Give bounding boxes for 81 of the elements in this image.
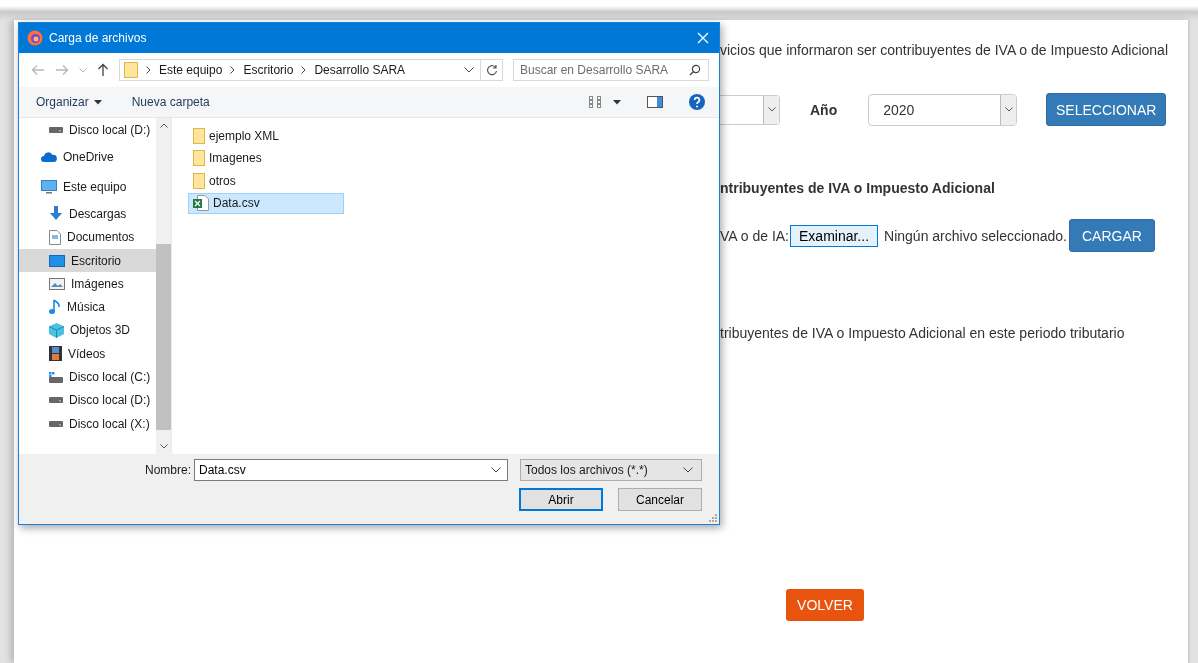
info-text: tribuyentes de IVA o Impuesto Adicional en este periodo tributario [720,325,1126,341]
sidebar-item[interactable]: Escritorio [19,248,156,273]
year-select[interactable]: 2020 [868,93,1018,126]
scroll-up-icon[interactable] [159,123,168,128]
folder-icon [124,62,138,78]
file-item[interactable]: Data.csv [188,192,344,214]
drive-icon [49,420,63,427]
chevron-icon [146,66,151,74]
browse-button[interactable]: Examinar... [790,224,879,247]
file-label: VA o de IA: [720,227,789,244]
file-item[interactable]: ejemplo XML [188,125,344,146]
music-note-icon [49,299,61,316]
upload-button[interactable]: CARGAR [1068,219,1155,252]
sidebar-item[interactable]: Disco local (D:) [19,118,156,142]
search-field[interactable]: Buscar en Desarrollo SARA [513,59,709,81]
sidebar-item[interactable]: Documentos [19,225,156,249]
up-arrow-icon[interactable] [97,63,109,77]
filename-label: Nombre: [145,463,191,477]
drive-icon [49,371,63,383]
refresh-icon [485,64,498,76]
window-title: Carga de archivos [49,31,148,45]
drive-icon [49,397,63,404]
download-icon [49,206,63,222]
filename-field[interactable]: Data.csv [194,459,508,481]
file-type-select[interactable]: Todos los archivos (*.*) [520,459,702,481]
search-icon [689,64,701,76]
breadcrumb-item[interactable]: Desarrollo SARA [314,63,406,77]
scrollbar-thumb[interactable] [156,244,171,430]
folder-icon [193,172,205,189]
scroll-down-icon[interactable] [159,444,168,449]
cube-icon [49,322,64,338]
open-button[interactable]: Abrir [519,488,603,511]
chevron-icon [230,66,236,74]
desktop-icon [49,254,65,267]
sidebar-item[interactable]: Descargas [19,202,156,226]
computer-icon [41,180,57,195]
file-status-text: Ningún archivo seleccionado. [884,227,1067,244]
close-icon[interactable] [697,32,709,44]
dropdown-caret-icon[interactable] [613,99,621,105]
caret-icon [767,107,776,112]
back-button[interactable]: VOLVER [786,589,864,621]
refresh-button[interactable] [481,59,503,81]
address-bar[interactable]: Este equipo Escritorio Desarrollo SARA [119,59,481,81]
dropdown-caret-icon[interactable] [464,67,474,73]
intro-text: vicios que informaron ser contribuyentes de IVA o de Impuesto Adicional [720,42,1169,60]
chevron-icon [301,66,307,74]
sidebar-item[interactable]: Imágenes [19,272,156,296]
cloud-icon [41,151,57,162]
sidebar-item[interactable]: Disco local (C:) [19,365,156,389]
sidebar-item[interactable]: Disco local (D:) [19,388,156,412]
preview-pane-icon[interactable] [647,96,663,108]
file-item[interactable]: otros [188,170,344,191]
file-item[interactable]: Imagenes [188,147,344,169]
breadcrumb-item[interactable]: Este equipo [159,63,223,77]
new-folder-button[interactable]: Nueva carpeta [131,95,210,109]
caret-icon [1004,107,1013,112]
document-icon [49,229,61,245]
cancel-button[interactable]: Cancelar [618,488,702,511]
caret-icon [93,99,102,105]
help-icon[interactable] [689,94,705,110]
section-heading: ntribuyentes de IVA o Impuesto Adicional [720,180,996,198]
spreadsheet-file-icon [193,195,209,211]
sidebar-item[interactable]: Disco local (X:) [19,411,156,436]
dropdown-caret-icon[interactable] [491,467,501,473]
sidebar-item[interactable]: Este equipo [19,171,156,203]
folder-icon [193,150,205,166]
select-button[interactable]: SELECCIONAR [1046,93,1167,126]
sidebar-item[interactable]: Música [19,295,156,319]
sidebar-item[interactable]: Objetos 3D [19,318,156,343]
year-label: Año [810,101,838,118]
breadcrumb-item[interactable]: Escritorio [243,63,294,77]
folder-icon [193,127,205,144]
sidebar-item[interactable]: Vídeos [19,342,156,366]
film-icon [49,346,62,362]
sidebar-item[interactable]: OneDrive [19,141,156,172]
organize-menu[interactable]: Organizar [36,95,102,109]
resize-grip-icon[interactable] [709,514,717,522]
picture-icon [49,277,65,290]
drive-icon [49,126,63,133]
browser-logo-icon [27,30,43,46]
dropdown-caret-icon [683,467,693,473]
